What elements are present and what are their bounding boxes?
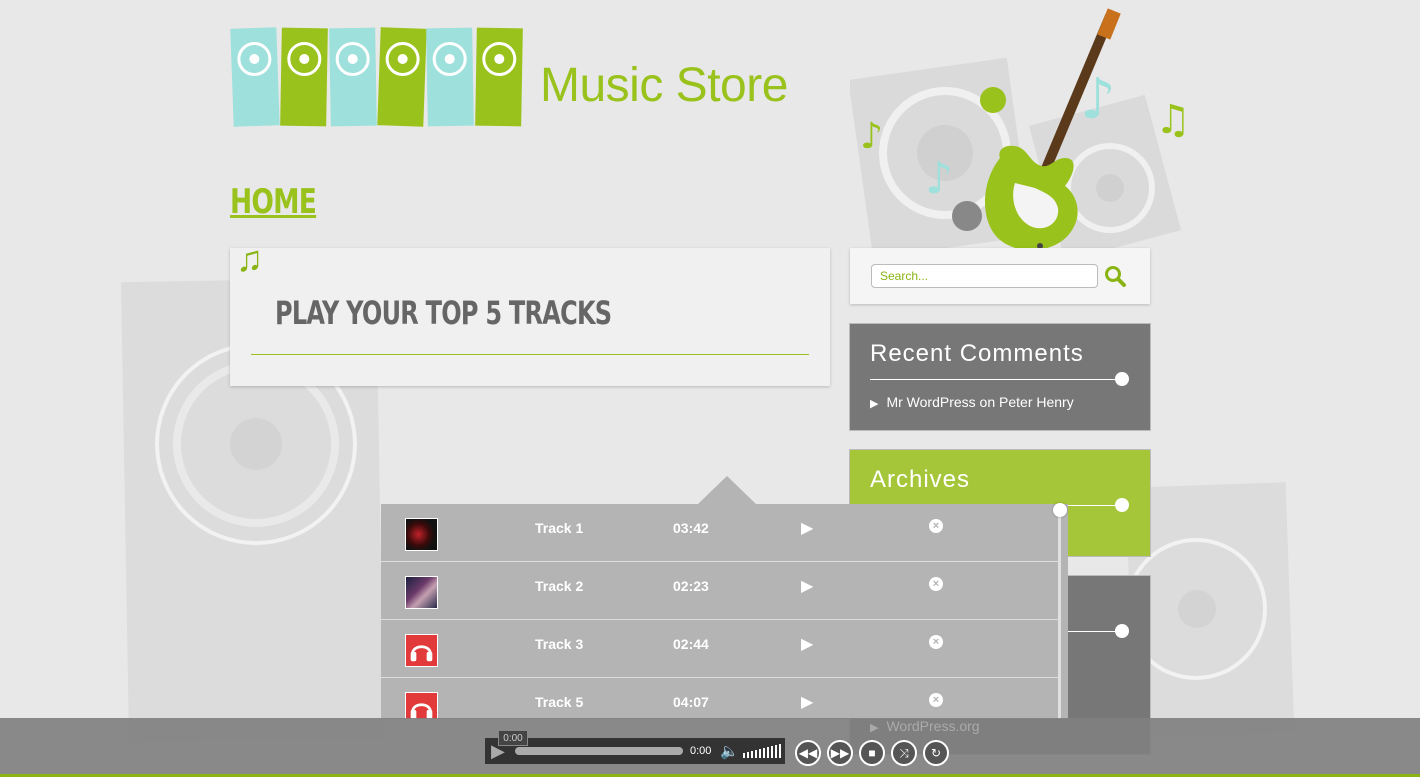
shuffle-icon[interactable]: ⤨: [891, 740, 917, 766]
track-duration: 03:42: [673, 520, 709, 536]
seek-bar[interactable]: [515, 747, 683, 755]
playlist-scrollbar[interactable]: [1058, 510, 1061, 719]
playlist-scroll-handle[interactable]: [1053, 503, 1067, 517]
logo-speaker-block: [230, 27, 280, 127]
play-icon[interactable]: ▶: [801, 634, 813, 654]
track-duration: 02:23: [673, 578, 709, 594]
remove-track-icon[interactable]: ×: [929, 577, 943, 591]
headphones-icon: [405, 692, 438, 719]
triangle-right-icon: ▶: [870, 722, 879, 734]
music-note-icon: ♫: [236, 238, 263, 279]
widget-divider-dot: [1115, 372, 1129, 386]
widget-divider: [870, 379, 1122, 380]
track-name: Track 2: [535, 578, 584, 594]
track-name: Track 1: [535, 520, 584, 536]
widget-title: Archives: [870, 466, 971, 493]
widget-divider-dot: [1115, 624, 1129, 638]
meta-link[interactable]: WordPress.org: [886, 718, 979, 734]
playlist-pointer: [698, 476, 756, 504]
album-art-thumbnail: [405, 576, 438, 609]
widget-divider-dot: [1115, 498, 1129, 512]
logo-speaker-block: [426, 27, 474, 127]
track-duration: 04:07: [673, 694, 709, 710]
svg-text:♫: ♫: [1155, 97, 1191, 143]
meta-item[interactable]: ▶ WordPress.org: [870, 718, 980, 734]
post-card: ♫ PLAY YOUR TOP 5 TRACKS: [230, 238, 830, 386]
guitar-speaker-illustration: ♪ ♪ ♪ ♫: [850, 8, 1191, 258]
play-icon[interactable]: ▶: [801, 692, 813, 712]
site-logo[interactable]: [230, 27, 523, 130]
audio-player-bar: ▶ 0:00 🔈 0:00 ◀◀ ▶▶ ■ ⤨ ↻: [0, 718, 1420, 777]
site-title[interactable]: Music Store: [540, 58, 788, 113]
remove-track-icon[interactable]: ×: [929, 519, 943, 533]
track-row[interactable]: Track 1 03:42 ▶ ×: [381, 504, 1059, 562]
playlist-panel: Track 1 03:42 ▶ × Track 2 02:23 ▶ × Trac…: [381, 504, 1068, 719]
remove-track-icon[interactable]: ×: [929, 693, 943, 707]
search-input[interactable]: [871, 264, 1098, 288]
headphones-icon: [405, 634, 438, 667]
volume-icon[interactable]: 🔈: [720, 742, 739, 760]
recent-comment-item[interactable]: ▶ Mr WordPress on Peter Henry: [870, 394, 1074, 410]
logo-speaker-block: [377, 27, 427, 127]
page-title[interactable]: HOME: [230, 182, 317, 222]
post-divider: [251, 354, 809, 355]
current-time: 0:00: [690, 745, 712, 757]
volume-slider[interactable]: [743, 744, 781, 758]
track-row[interactable]: Track 3 02:44 ▶ ×: [381, 620, 1059, 678]
remove-track-icon[interactable]: ×: [929, 635, 943, 649]
track-duration: 02:44: [673, 636, 709, 652]
play-icon[interactable]: ▶: [801, 518, 813, 538]
logo-speaker-block: [280, 27, 328, 127]
album-art-thumbnail: [405, 518, 438, 551]
track-name: Track 5: [535, 694, 584, 710]
widget-title: Recent Comments: [870, 340, 1084, 367]
player-controls: ▶ 0:00 🔈: [485, 738, 785, 764]
play-icon[interactable]: ▶: [801, 576, 813, 596]
background-speaker-center-right: [1178, 590, 1216, 628]
logo-speaker-block: [475, 27, 523, 127]
svg-text:♪: ♪: [925, 153, 953, 204]
search-button[interactable]: [1103, 264, 1129, 288]
logo-speaker-block: [329, 27, 377, 127]
fast-forward-icon[interactable]: ▶▶: [827, 740, 853, 766]
seek-time-tooltip: 0:00: [498, 730, 528, 746]
background-speaker-center: [230, 418, 282, 470]
svg-text:♪: ♪: [860, 116, 883, 157]
rewind-icon[interactable]: ◀◀: [795, 740, 821, 766]
recent-comment-link[interactable]: Mr WordPress on Peter Henry: [886, 394, 1073, 410]
track-row[interactable]: Track 5 04:07 ▶ ×: [381, 678, 1059, 719]
search-widget: [850, 248, 1150, 304]
search-icon: [1105, 266, 1126, 287]
repeat-icon[interactable]: ↻: [923, 740, 949, 766]
post-title[interactable]: PLAY YOUR TOP 5 TRACKS: [275, 294, 612, 332]
track-row[interactable]: Track 2 02:23 ▶ ×: [381, 562, 1059, 620]
triangle-right-icon: ▶: [870, 398, 879, 410]
recent-comments-widget: Recent Comments ▶ Mr WordPress on Peter H…: [850, 324, 1150, 430]
stop-icon[interactable]: ■: [859, 740, 885, 766]
track-name: Track 3: [535, 636, 584, 652]
